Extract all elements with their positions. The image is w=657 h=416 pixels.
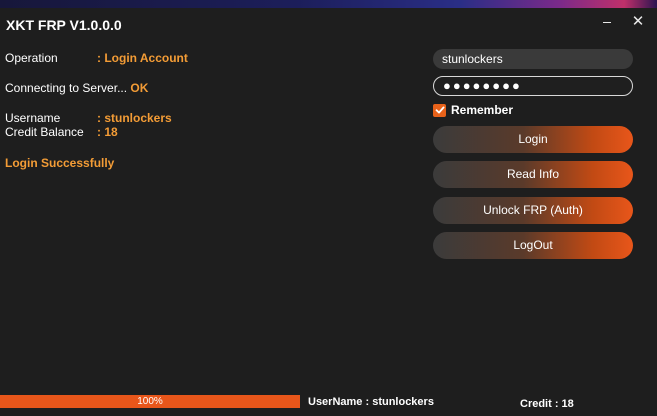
operation-label: Operation <box>5 51 58 65</box>
login-button[interactable]: Login <box>433 126 633 153</box>
login-status-message: Login Successfully <box>5 156 115 170</box>
close-icon: ✕ <box>631 13 645 30</box>
credit-value: : 18 <box>97 125 118 139</box>
username-label: Username <box>5 111 61 125</box>
progress-text: 100% <box>137 396 163 407</box>
connecting-value: OK <box>130 81 149 95</box>
operation-value: : Login Account <box>97 51 188 65</box>
progress-bar: 100% <box>0 395 300 408</box>
read-info-button[interactable]: Read Info <box>433 161 633 188</box>
status-username: UserName : stunlockers <box>308 396 434 408</box>
app-window: XKT FRP V1.0.0.0 ✕ Operation : Login Acc… <box>0 0 657 416</box>
unlock-frp-button[interactable]: Unlock FRP (Auth) <box>433 197 633 224</box>
remember-checkbox[interactable]: Remember <box>433 103 513 117</box>
status-credit: Credit : 18 <box>520 398 574 410</box>
credit-label: Credit Balance <box>5 125 84 139</box>
app-title: XKT FRP V1.0.0.0 <box>6 17 122 33</box>
title-bar-gradient <box>0 0 657 8</box>
username-field[interactable]: stunlockers <box>433 49 633 69</box>
password-field[interactable]: ●●●●●●●● <box>433 76 633 96</box>
logout-button[interactable]: LogOut <box>433 232 633 259</box>
minimize-button[interactable] <box>597 12 617 32</box>
checkmark-icon <box>433 103 446 117</box>
minimize-icon <box>603 22 611 24</box>
connecting-label: Connecting to Server... <box>5 81 128 95</box>
username-value: : stunlockers <box>97 111 172 125</box>
close-button[interactable]: ✕ <box>628 12 648 32</box>
connection-status: Connecting to Server... OK <box>5 81 148 95</box>
remember-label: Remember <box>451 103 514 117</box>
